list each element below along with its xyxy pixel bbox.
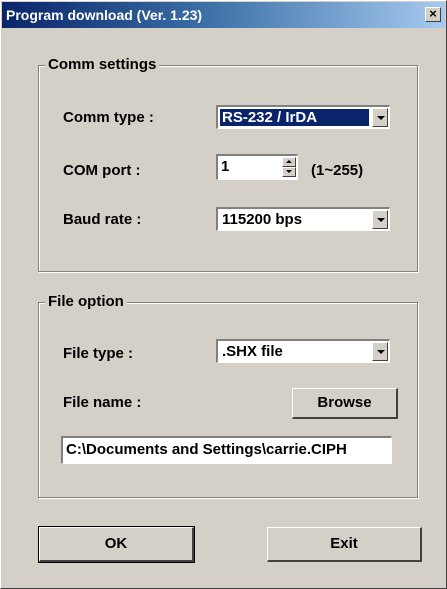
file-type-select[interactable]: .SHX file: [216, 339, 390, 363]
comm-type-label: Comm type :: [63, 109, 154, 126]
browse-button[interactable]: Browse: [292, 388, 398, 419]
spin-up-icon[interactable]: [282, 157, 296, 167]
file-path-field[interactable]: C:\Documents and Settings\carrie.CIPH: [61, 436, 392, 464]
comm-settings-legend: Comm settings: [45, 56, 160, 73]
file-type-value: .SHX file: [222, 343, 283, 360]
baud-rate-dropdown-arrow-icon[interactable]: [372, 210, 388, 229]
com-port-spinner[interactable]: 1: [216, 154, 298, 180]
browse-label: Browse: [317, 394, 372, 411]
close-button[interactable]: ×: [425, 7, 441, 22]
program-download-window: Program download (Ver. 1.23) × Comm sett…: [0, 0, 447, 589]
file-option-group: File option File type : .SHX file File n…: [38, 293, 418, 498]
baud-rate-select[interactable]: 115200 bps: [216, 207, 390, 231]
comm-type-value: RS-232 / IrDA: [220, 109, 369, 126]
ok-button[interactable]: OK: [38, 526, 195, 563]
file-path-value: C:\Documents and Settings\carrie.CIPH: [66, 441, 347, 458]
com-port-value: 1: [221, 158, 230, 175]
file-name-label: File name :: [63, 394, 142, 411]
spin-down-icon[interactable]: [282, 167, 296, 177]
exit-label: Exit: [330, 535, 358, 552]
comm-type-select[interactable]: RS-232 / IrDA: [216, 105, 390, 129]
title-bar[interactable]: Program download (Ver. 1.23) ×: [2, 2, 445, 28]
com-port-range: (1~255): [311, 162, 364, 179]
file-type-dropdown-arrow-icon[interactable]: [372, 342, 388, 361]
com-port-label: COM port :: [63, 162, 141, 179]
file-type-label: File type :: [63, 345, 134, 362]
window-title: Program download (Ver. 1.23): [6, 7, 203, 23]
exit-button[interactable]: Exit: [267, 527, 422, 562]
file-option-legend: File option: [45, 293, 127, 310]
comm-type-dropdown-arrow-icon[interactable]: [372, 108, 388, 127]
baud-rate-label: Baud rate :: [63, 211, 142, 228]
close-icon: ×: [429, 6, 437, 21]
ok-label: OK: [104, 535, 128, 552]
comm-settings-group: Comm settings Comm type : RS-232 / IrDA …: [38, 56, 418, 272]
baud-rate-value: 115200 bps: [222, 211, 303, 228]
